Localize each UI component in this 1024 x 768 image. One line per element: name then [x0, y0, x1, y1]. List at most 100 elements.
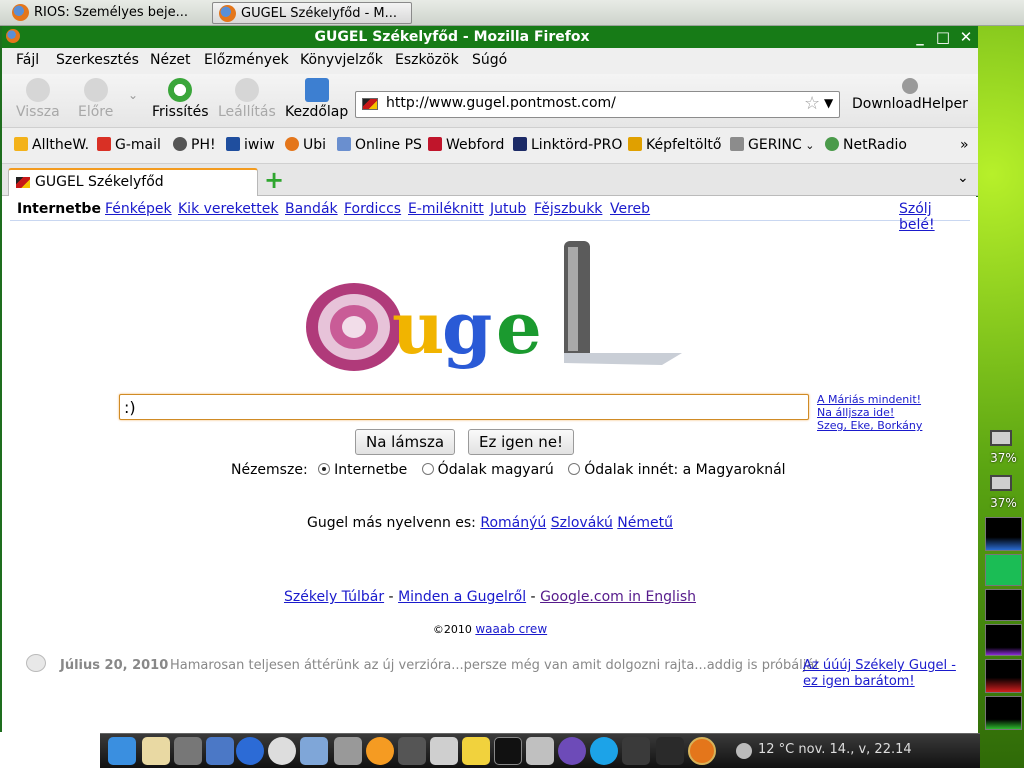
- bookmark-star-icon[interactable]: ☆: [804, 93, 820, 114]
- memory-monitor[interactable]: [985, 554, 1022, 586]
- camera-icon[interactable]: [174, 737, 202, 765]
- menu-view[interactable]: Nézet: [150, 52, 191, 68]
- footer-link[interactable]: Google.com in English: [540, 589, 696, 605]
- search-input[interactable]: [119, 394, 809, 420]
- new-tab-button[interactable]: +: [264, 168, 284, 192]
- menu-tools[interactable]: Eszközök: [395, 52, 459, 68]
- bookmark-allthew[interactable]: AlltheW.: [14, 137, 89, 153]
- site-flag-icon: [362, 98, 378, 110]
- news-link[interactable]: Az úúúj Székely Gugel - ez igen barátom!: [803, 658, 963, 690]
- language-tools-link[interactable]: Szeg, Eke, Borkány: [817, 419, 922, 432]
- search-button[interactable]: Na lámsza: [355, 429, 456, 455]
- url-bar[interactable]: http://www.gugel.pontmost.com/ ☆ ▼: [355, 91, 840, 118]
- bookmark-gmail[interactable]: G-mail: [97, 137, 161, 153]
- menu-history[interactable]: Előzmények: [204, 52, 289, 68]
- network-app-icon[interactable]: [206, 737, 234, 765]
- language-link[interactable]: Szlovákú: [551, 515, 613, 531]
- bookmark-linktord[interactable]: Linktörd-PRO: [513, 137, 622, 153]
- notes-icon[interactable]: [462, 737, 490, 765]
- bookmarks-overflow-button[interactable]: »: [960, 137, 969, 153]
- footer-link[interactable]: Székely Túlbár: [284, 589, 384, 605]
- signin-link[interactable]: Szólj belé!: [899, 201, 970, 233]
- url-text[interactable]: http://www.gugel.pontmost.com/: [386, 95, 616, 111]
- close-button[interactable]: ✕: [956, 27, 976, 47]
- service-link[interactable]: Bandák: [285, 201, 338, 217]
- history-dropdown-icon[interactable]: ⌄: [128, 88, 138, 102]
- swap-monitor[interactable]: [985, 589, 1022, 621]
- minimize-button[interactable]: _: [910, 27, 930, 47]
- window-titlebar[interactable]: GUGEL Székelyfőd - Mozilla Firefox _ □ ✕: [2, 26, 978, 48]
- service-link[interactable]: Kik verekettek: [178, 201, 279, 217]
- folder-icon: [730, 137, 744, 151]
- scope-radio-magyaru[interactable]: [421, 463, 434, 475]
- advanced-search-link[interactable]: A Máriás mindenit!: [817, 393, 922, 406]
- back-button[interactable]: Vissza: [16, 78, 60, 120]
- taskbar-window-gugel[interactable]: GUGEL Székelyfőd - M...: [212, 2, 412, 24]
- bookmark-webford[interactable]: Webford: [428, 137, 504, 153]
- system-monitor-icon[interactable]: [300, 737, 328, 765]
- bookmark-online-ps[interactable]: Online PS: [337, 137, 422, 153]
- bookmark-iwiw[interactable]: iwiw: [226, 137, 275, 153]
- lucky-button[interactable]: Ez igen ne!: [468, 429, 575, 455]
- tab-list-button[interactable]: ⌄: [957, 170, 969, 186]
- language-link[interactable]: Románýú: [480, 515, 546, 531]
- bookmark-label: GERINC: [748, 137, 802, 153]
- copyright: ©2010 waaab crew: [2, 622, 978, 636]
- signal-icon[interactable]: [622, 737, 650, 765]
- preferences-link[interactable]: Na álljsza ide!: [817, 406, 922, 419]
- service-link[interactable]: E-miléknitt: [408, 201, 484, 217]
- media-icon[interactable]: [366, 737, 394, 765]
- bookmark-ubi[interactable]: Ubi: [285, 137, 326, 153]
- tab-gugel[interactable]: GUGEL Székelyfőd: [8, 168, 258, 196]
- news-text: Hamarosan teljesen áttérünk az új verzió…: [170, 658, 820, 673]
- scope-radio-magyaroknal[interactable]: [568, 463, 581, 475]
- scanner-icon[interactable]: [398, 737, 426, 765]
- bookmark-ph[interactable]: PH!: [173, 137, 216, 153]
- home-button[interactable]: Kezdőlap: [285, 78, 348, 120]
- globe-icon[interactable]: [236, 737, 264, 765]
- language-link[interactable]: Németű: [617, 515, 673, 531]
- music-icon[interactable]: [656, 737, 684, 765]
- maximize-button[interactable]: □: [933, 27, 953, 47]
- footer-link[interactable]: Minden a Gugelről: [398, 589, 526, 605]
- file-manager-icon[interactable]: [142, 737, 170, 765]
- service-link[interactable]: Jutub: [490, 201, 526, 217]
- network-monitor[interactable]: [985, 624, 1022, 656]
- load-monitor[interactable]: [985, 659, 1022, 693]
- url-dropdown-icon[interactable]: ▼: [824, 96, 833, 110]
- home-icon: [304, 78, 329, 102]
- firefox-icon[interactable]: [688, 737, 716, 765]
- messenger-icon[interactable]: [558, 737, 586, 765]
- cpu-monitor[interactable]: [985, 517, 1022, 551]
- bookmark-icon: [14, 137, 28, 151]
- service-link[interactable]: Vereb: [610, 201, 650, 217]
- clock-icon[interactable]: [268, 737, 296, 765]
- menu-edit[interactable]: Szerkesztés: [56, 52, 139, 68]
- disk-monitor[interactable]: [985, 696, 1022, 730]
- downloadhelper-button[interactable]: DownloadHelper: [852, 78, 968, 112]
- reload-button[interactable]: Frissítés: [152, 78, 209, 120]
- copyright-link[interactable]: waaab crew: [475, 622, 547, 636]
- download-icon[interactable]: [526, 737, 554, 765]
- printer-icon[interactable]: [430, 737, 458, 765]
- taskbar-window-rios[interactable]: RIOS: Személyes beje...: [6, 2, 208, 24]
- gmail-icon: [97, 137, 111, 151]
- firefox-icon: [12, 4, 29, 21]
- skype-icon[interactable]: [590, 737, 618, 765]
- menu-file[interactable]: Fájl: [16, 52, 39, 68]
- forward-button[interactable]: Előre: [78, 78, 113, 120]
- weather-clock-status[interactable]: 12 °C nov. 14., v, 22.14: [758, 742, 912, 757]
- bookmark-kepfeltolto[interactable]: Képfeltöltő: [628, 137, 721, 153]
- scope-radio-internetbe[interactable]: [318, 463, 331, 475]
- bookmark-netradio[interactable]: NetRadio: [825, 137, 907, 153]
- bookmark-folder-gerinc[interactable]: GERINC ⌄: [730, 137, 815, 153]
- calculator-icon[interactable]: [334, 737, 362, 765]
- terminal-icon[interactable]: [494, 737, 522, 765]
- stop-button[interactable]: Leállítás: [218, 78, 276, 120]
- menu-bookmarks[interactable]: Könyvjelzők: [300, 52, 383, 68]
- menu-help[interactable]: Súgó: [472, 52, 507, 68]
- service-link[interactable]: Fordiccs: [344, 201, 401, 217]
- app-launcher-icon[interactable]: [108, 737, 136, 765]
- service-link[interactable]: Fénképek: [105, 201, 172, 217]
- service-link[interactable]: Fějszbukk: [534, 201, 602, 217]
